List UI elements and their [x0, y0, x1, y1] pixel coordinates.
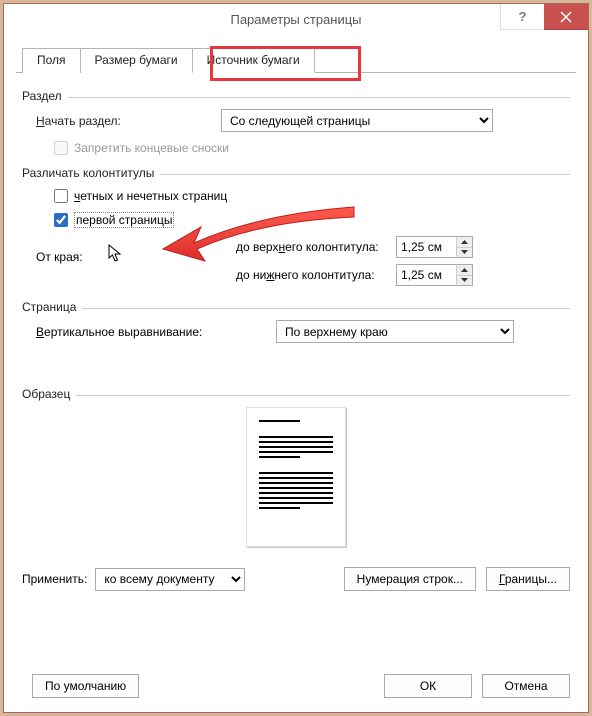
start-section-label: Начать раздел: — [36, 114, 221, 128]
from-edge-label: От края: — [36, 236, 236, 286]
group-headers: Различать колонтитулы — [22, 166, 154, 180]
footer-distance-spinner[interactable] — [396, 264, 473, 286]
header-distance-input[interactable] — [396, 236, 456, 258]
group-preview: Образец — [22, 387, 70, 401]
spin-up-icon[interactable] — [457, 237, 472, 248]
first-page-checkbox[interactable] — [54, 213, 68, 227]
apply-to-label: Применить: — [22, 572, 87, 586]
default-button[interactable]: По умолчанию — [32, 674, 139, 698]
dialog-window: Параметры страницы ? Поля Размер бумаги … — [3, 3, 589, 713]
footer-distance-label: до нижнего колонтитула: — [236, 268, 396, 282]
page-preview — [246, 407, 346, 547]
titlebar: Параметры страницы ? — [4, 4, 588, 34]
header-distance-label: до верхнего колонтитула: — [236, 240, 396, 254]
spin-down-icon[interactable] — [457, 248, 472, 258]
ok-button[interactable]: ОК — [384, 674, 472, 698]
group-page: Страница — [22, 300, 76, 314]
tab-bar: Поля Размер бумаги Источник бумаги — [4, 48, 588, 73]
first-page-label: первой страницы — [74, 212, 174, 228]
tab-paper-size[interactable]: Размер бумаги — [80, 48, 193, 73]
suppress-endnotes-checkbox — [54, 141, 68, 155]
start-section-select[interactable]: Со следующей страницы — [221, 109, 493, 132]
close-button[interactable] — [544, 4, 588, 30]
cancel-button[interactable]: Отмена — [482, 674, 570, 698]
window-title: Параметры страницы — [230, 12, 361, 27]
header-distance-spinner[interactable] — [396, 236, 473, 258]
spin-up-icon[interactable] — [457, 265, 472, 276]
valign-label: Вертикальное выравнивание: — [36, 325, 276, 339]
tab-fields[interactable]: Поля — [22, 48, 81, 73]
spin-down-icon[interactable] — [457, 276, 472, 286]
odd-even-checkbox[interactable] — [54, 189, 68, 203]
apply-to-select[interactable]: ко всему документу — [95, 568, 245, 591]
line-numbers-button[interactable]: Нумерация строк... — [344, 567, 476, 591]
footer-distance-input[interactable] — [396, 264, 456, 286]
odd-even-label: четных и нечетных страниц — [74, 189, 227, 203]
valign-select[interactable]: По верхнему краю — [276, 320, 514, 343]
borders-button[interactable]: Границы... — [486, 567, 570, 591]
suppress-endnotes-label: Запретить концевые сноски — [74, 141, 229, 155]
help-button[interactable]: ? — [500, 4, 544, 30]
tab-paper-source[interactable]: Источник бумаги — [192, 48, 315, 73]
group-section: Раздел — [22, 89, 62, 103]
